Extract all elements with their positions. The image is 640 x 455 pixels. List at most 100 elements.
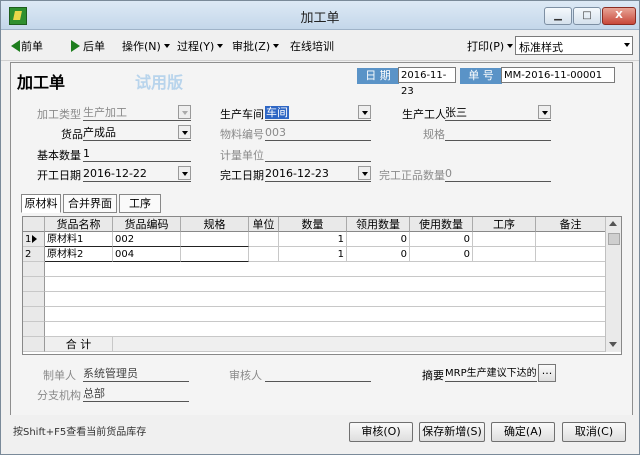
date-field[interactable]: 2016-11-23 (398, 67, 456, 97)
workshop-field[interactable]: 车间 (265, 105, 371, 121)
current-row-icon (32, 235, 38, 243)
material-no-label: 物料编号 (220, 128, 264, 141)
minimize-icon: ▁ (554, 10, 562, 21)
close-button[interactable]: X (602, 7, 636, 25)
product-field[interactable]: 产成品 (83, 125, 191, 141)
number-label: 单 号 (460, 68, 502, 84)
style-select[interactable]: 标准样式 (515, 36, 633, 55)
process-type-label: 加工类型 (37, 108, 81, 121)
form-panel: 加工单 试用版 日 期 2016-11-23 单 号 MM-2016-11-00… (10, 62, 633, 416)
summary-label: 摘要 (422, 369, 444, 382)
chevron-down-icon (273, 44, 280, 48)
end-date-field[interactable]: 2016-12-23 (265, 166, 371, 182)
vertical-scrollbar[interactable] (605, 217, 621, 352)
chevron-down-icon (217, 44, 224, 48)
column-header[interactable]: 工序 (473, 217, 536, 232)
row-number: 2 (23, 247, 45, 262)
table-cell[interactable]: 002 (113, 232, 181, 247)
table-cell[interactable]: 0 (410, 247, 473, 262)
column-header[interactable]: 规格 (181, 217, 249, 232)
unit-label: 计量单位 (220, 149, 264, 162)
tab-process[interactable]: 工序 (119, 194, 161, 213)
base-qty-field[interactable]: 1 (83, 146, 191, 162)
ok-button[interactable]: 确定(A) (491, 422, 555, 442)
table-cell[interactable]: 0 (347, 232, 410, 247)
summary-more-button[interactable]: ... (538, 364, 556, 382)
branch-label: 分支机构 (37, 389, 81, 402)
scroll-thumb[interactable] (608, 233, 620, 245)
table-cell[interactable]: 1 (279, 232, 347, 247)
training-button[interactable]: 在线培训 (290, 38, 334, 54)
close-icon: X (615, 10, 623, 21)
next-button[interactable]: 后单 (71, 38, 105, 54)
base-qty-label: 基本数量 (37, 149, 81, 162)
column-header[interactable]: 单位 (249, 217, 279, 232)
end-date-label: 完工日期 (220, 169, 264, 182)
main-window: 加工单 ▁ □ X 前单 后单 操作(N) 过程(Y) 审批(Z) 在线培训 打… (0, 0, 640, 455)
minimize-button[interactable]: ▁ (544, 7, 572, 25)
scroll-up-icon[interactable] (607, 218, 619, 230)
reviewer-label: 审核人 (229, 369, 262, 382)
table-cell[interactable]: 1 (279, 247, 347, 262)
chevron-down-icon (163, 44, 170, 48)
reviewer-field[interactable] (265, 366, 371, 382)
column-header[interactable]: 备注 (536, 217, 606, 232)
scroll-down-icon[interactable] (607, 339, 619, 351)
chevron-down-icon (178, 125, 191, 139)
table-cell[interactable] (249, 247, 279, 262)
chevron-down-icon (538, 105, 551, 119)
approve-menu[interactable]: 审批(Z) (232, 38, 280, 54)
maker-field[interactable]: 系统管理员 (83, 366, 189, 382)
table-cell[interactable]: 原材料2 (45, 247, 113, 262)
process-menu[interactable]: 过程(Y) (177, 38, 224, 54)
review-button[interactable]: 审核(O) (349, 422, 413, 442)
worker-field[interactable]: 张三 (445, 105, 551, 121)
finished-qty-field[interactable]: 0 (445, 166, 551, 182)
start-date-label: 开工日期 (37, 169, 81, 182)
table-cell[interactable] (536, 247, 606, 262)
process-type-field[interactable]: 生产加工 (83, 105, 191, 121)
table-cell[interactable] (536, 232, 606, 247)
cancel-button[interactable]: 取消(C) (562, 422, 626, 442)
table-cell[interactable]: 原材料1 (45, 232, 113, 247)
table-cell[interactable] (181, 232, 249, 247)
table-cell[interactable] (473, 247, 536, 262)
trial-watermark: 试用版 (135, 73, 184, 92)
table-cell[interactable] (249, 232, 279, 247)
chevron-down-icon (358, 166, 371, 180)
table-cell[interactable] (181, 247, 249, 262)
branch-field[interactable]: 总部 (83, 386, 189, 402)
number-field[interactable]: MM-2016-11-00001 (501, 67, 615, 83)
table-cell[interactable] (473, 232, 536, 247)
row-number: 1 (23, 232, 45, 247)
status-hint: 按Shift+F5查看当前货品库存 (13, 427, 147, 438)
column-header[interactable]: 领用数量 (347, 217, 410, 232)
column-header[interactable]: 货品名称 (45, 217, 113, 232)
spec-label: 规格 (423, 128, 445, 141)
tab-materials[interactable]: 原材料 (21, 194, 61, 213)
spec-field[interactable] (445, 125, 551, 141)
column-header[interactable]: 数量 (279, 217, 347, 232)
tab-merged-view[interactable]: 合并界面 (63, 194, 117, 213)
column-header[interactable]: 货品编码 (113, 217, 181, 232)
material-no-field[interactable]: 003 (265, 125, 371, 141)
print-menu[interactable]: 打印(P) (467, 38, 514, 54)
table-cell[interactable]: 0 (410, 232, 473, 247)
column-header[interactable]: 使用数量 (410, 217, 473, 232)
total-label: 合 计 (45, 337, 113, 352)
start-date-field[interactable]: 2016-12-22 (83, 166, 191, 182)
materials-table: 货品名称 货品编码 规格 单位 数量 领用数量 使用数量 工序 备注 1 原材料… (22, 216, 622, 355)
date-label: 日 期 (357, 68, 399, 84)
save-new-button[interactable]: 保存新增(S) (419, 422, 485, 442)
operate-menu[interactable]: 操作(N) (122, 38, 170, 54)
prev-button[interactable]: 前单 (11, 38, 43, 54)
table-cell[interactable]: 004 (113, 247, 181, 262)
chevron-down-icon (178, 166, 191, 180)
chevron-down-icon (358, 105, 371, 119)
page-title: 加工单 (17, 73, 66, 92)
arrow-right-icon (71, 40, 80, 52)
table-cell[interactable]: 0 (347, 247, 410, 262)
unit-field[interactable] (265, 146, 371, 162)
maximize-button[interactable]: □ (573, 7, 601, 25)
summary-field[interactable]: MRP生产建议下达的 (445, 366, 537, 382)
